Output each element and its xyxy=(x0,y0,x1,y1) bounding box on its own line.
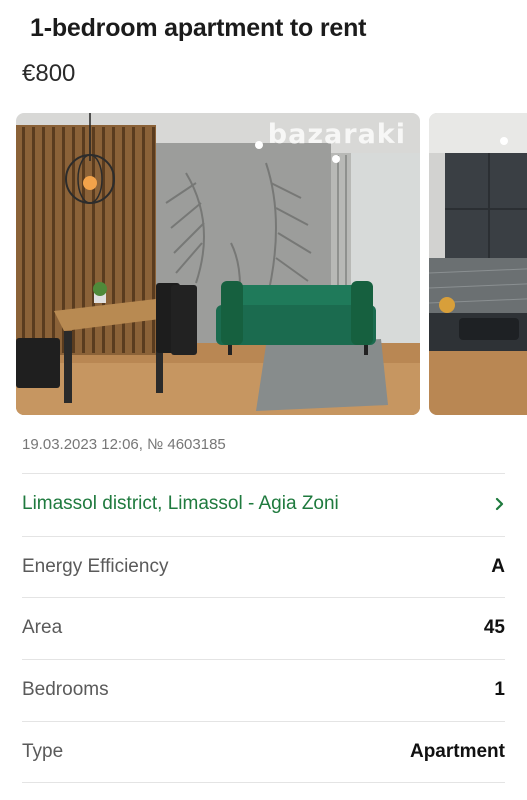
detail-value: 45 xyxy=(483,617,505,638)
detail-label: Energy Efficiency xyxy=(22,556,169,577)
detail-label: Type xyxy=(22,741,64,762)
listing-title: 1-bedroom apartment to rent xyxy=(30,14,367,42)
detail-row-area: Area 45 xyxy=(22,597,505,658)
detail-value: Apartment xyxy=(409,741,505,762)
photo-gallery[interactable]: bazaraki xyxy=(16,113,527,415)
detail-row-type: Type Apartment xyxy=(22,721,505,782)
detail-row-bedrooms: Bedrooms 1 xyxy=(22,659,505,720)
detail-label: Area xyxy=(22,617,63,638)
location-text: Limassol district, Limassol - Agia Zoni xyxy=(22,493,339,514)
detail-row-energy-efficiency: Energy Efficiency A xyxy=(22,536,505,597)
gallery-photo-kitchen[interactable] xyxy=(429,113,527,415)
detail-value: A xyxy=(491,556,505,577)
gallery-photo-living-room[interactable]: bazaraki xyxy=(16,113,420,415)
location-link[interactable]: Limassol district, Limassol - Agia Zoni xyxy=(22,473,505,534)
watermark-logo: bazaraki xyxy=(267,119,406,150)
detail-label: Bedrooms xyxy=(22,679,109,700)
kitchen-image xyxy=(429,113,527,415)
listing-price: €800 xyxy=(22,60,76,87)
divider xyxy=(22,782,505,783)
chevron-right-icon xyxy=(485,494,505,514)
detail-value: 1 xyxy=(494,679,505,700)
listing-date-and-number: 19.03.2023 12:06, № 4603185 xyxy=(22,436,226,453)
living-room-image xyxy=(16,113,420,415)
